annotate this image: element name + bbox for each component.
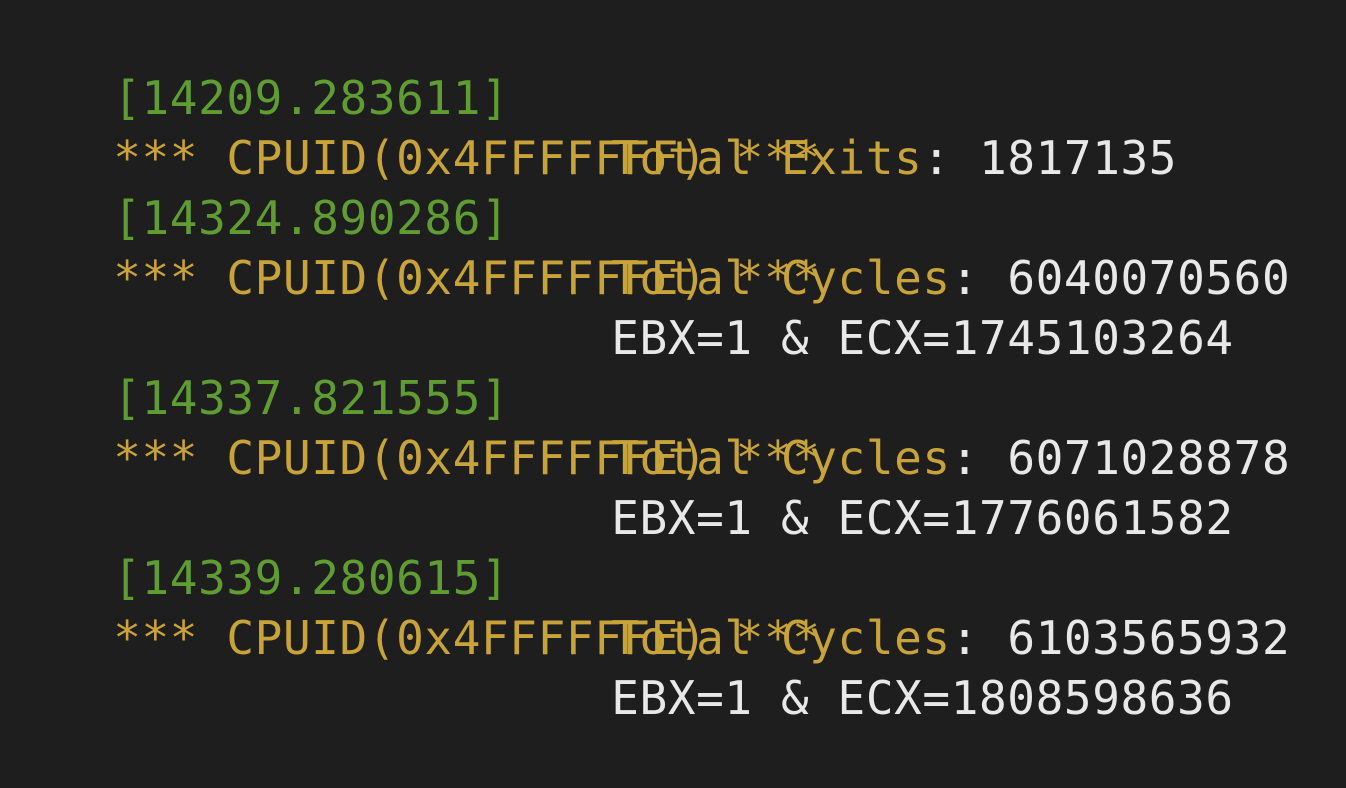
timestamp: [14339.280615]	[113, 551, 510, 605]
terminal-output[interactable]: [14209.283611] *** CPUID(0x4FFFFFFF) ***…	[0, 0, 1346, 725]
log-line: EBX=1 & ECX=1745103264	[498, 248, 1234, 365]
log-line: [14209.283611] *** CPUID(0x4FFFFFFF) ***	[0, 8, 821, 185]
timestamp: [14209.283611]	[113, 71, 510, 125]
log-line: Total Cycles: 6071028878	[498, 368, 1290, 485]
stat-separator: :	[922, 131, 980, 185]
log-line: Total Cycles: 6103565932	[498, 548, 1290, 665]
stat-value: 1817135	[979, 131, 1178, 185]
log-line: EBX=1 & ECX=1808598636	[498, 608, 1234, 725]
log-line: [14339.280615] *** CPUID(0x4FFFFFFE) ***	[0, 488, 821, 665]
log-line: [14324.890286] *** CPUID(0x4FFFFFFE) ***	[0, 128, 821, 305]
timestamp: [14337.821555]	[113, 371, 510, 425]
log-line: [14337.821555] *** CPUID(0x4FFFFFFE) ***	[0, 308, 821, 485]
timestamp: [14324.890286]	[113, 191, 510, 245]
register-values: EBX=1 & ECX=1808598636	[611, 671, 1234, 725]
log-line: Total Cycles: 6040070560	[498, 188, 1290, 305]
log-line: Total Exits: 1817135	[498, 68, 1177, 185]
log-line: EBX=1 & ECX=1776061582	[498, 428, 1234, 545]
